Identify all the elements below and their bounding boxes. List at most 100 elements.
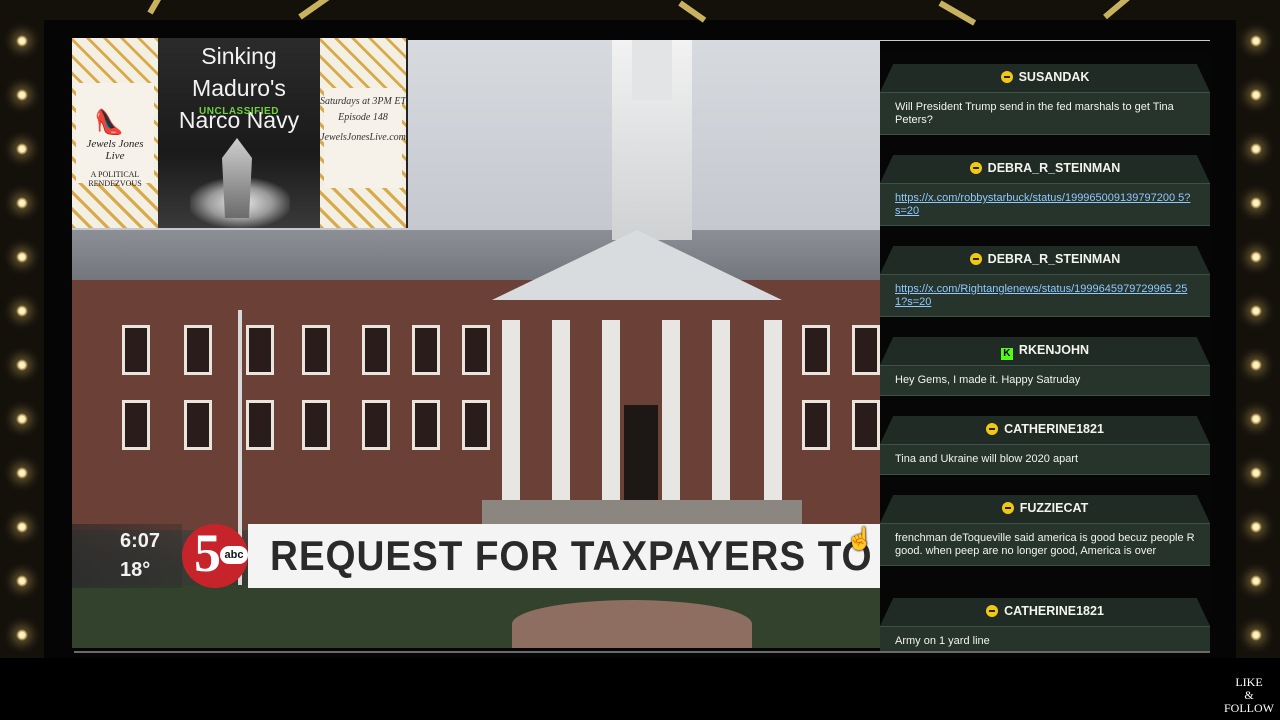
chat-username[interactable]: SUSANDAK: [880, 70, 1210, 84]
marquee-bulb: [1250, 467, 1262, 479]
building-window: [802, 325, 830, 375]
building-column: [552, 320, 570, 520]
building-window: [246, 400, 274, 450]
unclassified-badge: UNCLASSIFIED: [199, 106, 279, 117]
building-column: [662, 320, 680, 520]
chat-message-text: Tina and Ukraine will blow 2020 apart: [895, 453, 1079, 465]
chat-username[interactable]: DEBRA_R_STEINMAN: [880, 252, 1210, 266]
building-door: [624, 405, 658, 505]
building-window: [302, 325, 330, 375]
building-column: [764, 320, 782, 520]
news-time: 6:07: [120, 530, 161, 552]
chat-username[interactable]: CATHERINE1821: [880, 604, 1210, 618]
building-window: [302, 400, 330, 450]
verified-badge-icon: [986, 605, 999, 617]
promo-episode: Episode 148: [338, 112, 388, 123]
marquee-bulb: [1250, 413, 1262, 425]
verified-badge-icon: [986, 423, 999, 435]
chat-message-link[interactable]: https://x.com/robbystarbuck/status/19996…: [880, 184, 1210, 225]
chat-message-body: Tina and Ukraine will blow 2020 apart: [880, 444, 1210, 475]
marquee-bulb: [16, 521, 28, 533]
marquee-bulb: [16, 89, 28, 101]
chat-message-body: https://x.com/robbystarbuck/status/19996…: [880, 183, 1210, 226]
video-path: [512, 600, 752, 648]
promo-site: JewelsJonesLive.com: [320, 132, 406, 143]
building-window: [184, 400, 212, 450]
building-window: [362, 325, 390, 375]
hand-cursor-icon: ☝: [846, 526, 874, 551]
brand-subtitle: A POLITICAL RENDEZVOUS: [88, 170, 142, 188]
video-tower-cap: [632, 40, 672, 100]
building-window: [362, 400, 390, 450]
marquee-bulb: [1250, 35, 1262, 47]
building-column: [502, 320, 520, 520]
building-window: [246, 325, 274, 375]
kick-icon: K: [1000, 348, 1013, 360]
chat-panel[interactable]: SUSANDAK Will President Trump send in th…: [880, 40, 1210, 652]
chat-message-body: Will President Trump send in the fed mar…: [880, 92, 1210, 135]
marquee-bulb: [16, 305, 28, 317]
marquee-bulb: [16, 197, 28, 209]
channel-number: 5: [194, 523, 221, 583]
chat-message-link[interactable]: https://x.com/Rightanglenews/status/1999…: [880, 275, 1210, 316]
promo-schedule: Saturdays at 3PM ET: [320, 96, 407, 107]
chat-username[interactable]: FUZZIECAT: [880, 501, 1210, 515]
building-window: [184, 325, 212, 375]
building-window: [462, 325, 490, 375]
chat-message-body: frenchman deToqueville said america is g…: [880, 523, 1210, 566]
marquee-bulb: [1250, 143, 1262, 155]
verified-badge-icon: [969, 253, 982, 265]
chat-message-text: Army on 1 yard line: [895, 635, 990, 647]
building-window: [802, 400, 830, 450]
chat-message-text: Will President Trump send in the fed mar…: [895, 101, 1174, 126]
building-column: [712, 320, 730, 520]
news-lower-third: 6:07 18° 5 abc REQUEST FOR TAXPAYERS TO …: [72, 523, 880, 588]
verified-badge-icon: [1000, 71, 1013, 83]
show-promo-card: 👠 Jewels Jones Live A POLITICAL RENDEZVO…: [72, 38, 408, 228]
heels-icon: 👠: [94, 109, 124, 136]
chat-message-body: Hey Gems, I made it. Happy Satruday: [880, 365, 1210, 396]
divider-line: [74, 651, 1210, 653]
marquee-bulb: [1250, 359, 1262, 371]
chat-username[interactable]: K RKENJOHN: [880, 343, 1210, 360]
marquee-bulb: [16, 35, 28, 47]
building-window: [122, 400, 150, 450]
network-logo: abc: [220, 546, 248, 564]
chat-message-body: Army on 1 yard line: [880, 626, 1210, 652]
news-temperature: 18°: [120, 559, 151, 581]
marquee-bulb: [16, 143, 28, 155]
building-window: [852, 400, 880, 450]
marquee-bulb: [1250, 89, 1262, 101]
marquee-bulb: [1250, 305, 1262, 317]
marquee-bulb: [1250, 251, 1262, 263]
verified-badge-icon: [969, 162, 982, 174]
news-headline: REQUEST FOR TAXPAYERS TO COVE: [270, 532, 880, 579]
promo-title: Sinking Maduro's Narco Navy: [178, 43, 300, 133]
marquee-bulb: [1250, 629, 1262, 641]
marquee-bulb: [1250, 575, 1262, 587]
building-window: [412, 325, 440, 375]
marquee-bulb: [1250, 197, 1262, 209]
chat-username[interactable]: CATHERINE1821: [880, 422, 1210, 436]
chat-username[interactable]: DEBRA_R_STEINMAN: [880, 161, 1210, 175]
building-window: [412, 400, 440, 450]
chat-top-edge: [880, 40, 1210, 53]
building-column: [602, 320, 620, 520]
marquee-bulb: [16, 251, 28, 263]
marquee-bulb: [16, 359, 28, 371]
chat-message-text: frenchman deToqueville said america is g…: [895, 532, 1195, 557]
brand-name: Jewels Jones Live: [86, 138, 144, 162]
chat-message-body: https://x.com/Rightanglenews/status/1999…: [880, 274, 1210, 317]
video-lawn: [72, 585, 880, 648]
marquee-bulb: [16, 467, 28, 479]
marquee-bulb: [16, 413, 28, 425]
building-window: [122, 325, 150, 375]
marquee-bulb: [1250, 521, 1262, 533]
verified-badge-icon: [1001, 502, 1014, 514]
marquee-bulb: [16, 629, 28, 641]
building-window: [852, 325, 880, 375]
chat-message-text: Hey Gems, I made it. Happy Satruday: [895, 374, 1081, 386]
marquee-bulb: [16, 575, 28, 587]
like-follow-overlay: LIKE & FOLLOW: [1224, 675, 1274, 715]
building-window: [462, 400, 490, 450]
